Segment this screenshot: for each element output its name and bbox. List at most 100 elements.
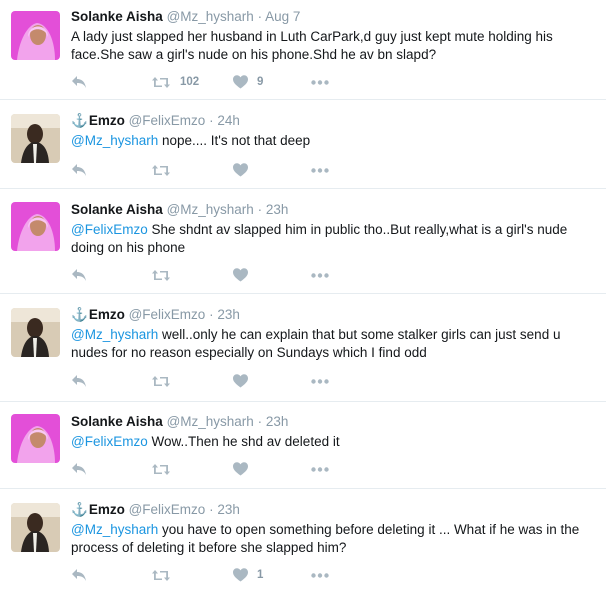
avatar[interactable]	[11, 503, 60, 552]
like-button[interactable]: 9	[233, 72, 263, 92]
tweet-text: A lady just slapped her husband in Luth …	[71, 28, 596, 64]
separator-dot: ·	[257, 202, 263, 217]
tweet-text: @FelixEmzo She shdnt av slapped him in p…	[71, 221, 596, 257]
reply-icon	[72, 76, 86, 88]
avatar[interactable]	[11, 114, 60, 163]
like-count: 9	[257, 76, 264, 88]
tweet-timestamp[interactable]: 23h	[217, 502, 240, 517]
mention-link[interactable]: @FelixEmzo	[71, 222, 148, 237]
author-name[interactable]: Solanke Aisha	[71, 9, 163, 24]
author-handle[interactable]: @FelixEmzo	[129, 307, 206, 322]
tweet-text: @FelixEmzo Wow..Then he shd av deleted i…	[71, 433, 596, 451]
tweet-header: ⚓Emzo @FelixEmzo · 24h	[71, 112, 596, 130]
reply-icon	[72, 164, 86, 176]
tweet-timestamp[interactable]: 23h	[266, 202, 289, 217]
author-name[interactable]: Solanke Aisha	[71, 414, 163, 429]
more-button[interactable]	[311, 371, 329, 391]
separator-dot: ·	[257, 414, 263, 429]
tweet-thread: Solanke Aisha @Mz_hysharh · Aug 7 A lady…	[0, 0, 606, 597]
more-button[interactable]	[311, 265, 329, 285]
tweet-timestamp[interactable]: 23h	[266, 414, 289, 429]
tweet-text: @Mz_hysharh nope.... It's not that deep	[71, 132, 596, 150]
separator-dot: ·	[257, 9, 263, 24]
tweet-header: ⚓Emzo @FelixEmzo · 23h	[71, 501, 596, 519]
like-icon	[233, 462, 248, 476]
like-button[interactable]	[233, 371, 257, 391]
tweet-text: @Mz_hysharh you have to open something b…	[71, 521, 596, 557]
tweet-timestamp[interactable]: 24h	[217, 113, 240, 128]
reply-button[interactable]	[71, 72, 87, 92]
retweet-button[interactable]	[151, 160, 180, 180]
reply-button[interactable]	[71, 459, 87, 479]
retweet-icon	[152, 76, 170, 88]
author-handle[interactable]: @Mz_hysharh	[167, 414, 254, 429]
more-button[interactable]	[311, 160, 329, 180]
avatar[interactable]	[11, 202, 60, 251]
retweet-button[interactable]	[151, 371, 180, 391]
tweet-actions: 1	[71, 565, 371, 585]
tweet-actions	[71, 371, 371, 391]
retweet-button[interactable]	[151, 265, 180, 285]
reply-icon	[72, 569, 86, 581]
tweet[interactable]: Solanke Aisha @Mz_hysharh · Aug 7 A lady…	[0, 0, 606, 100]
more-icon	[311, 572, 329, 578]
like-icon	[233, 374, 248, 388]
retweet-icon	[152, 463, 170, 475]
tweet[interactable]: Solanke Aisha @Mz_hysharh · 23h @FelixEm…	[0, 402, 606, 489]
reply-button[interactable]	[71, 565, 87, 585]
mention-link[interactable]: @Mz_hysharh	[71, 133, 158, 148]
tweet-body: A lady just slapped her husband in Luth …	[71, 29, 553, 62]
like-icon	[233, 163, 248, 177]
author-name[interactable]: Emzo	[89, 307, 125, 322]
retweet-icon	[152, 569, 170, 581]
tweet-actions	[71, 160, 371, 180]
more-icon	[311, 272, 329, 278]
author-name[interactable]: Emzo	[89, 113, 125, 128]
mention-link[interactable]: @Mz_hysharh	[71, 327, 158, 342]
retweet-icon	[152, 164, 170, 176]
author-handle[interactable]: @FelixEmzo	[129, 113, 206, 128]
separator-dot: ·	[209, 113, 214, 128]
retweet-button[interactable]	[151, 565, 180, 585]
reply-button[interactable]	[71, 371, 87, 391]
more-button[interactable]	[311, 459, 329, 479]
reply-icon	[72, 375, 86, 387]
author-handle[interactable]: @Mz_hysharh	[167, 9, 254, 24]
more-icon	[311, 167, 329, 173]
tweet-timestamp[interactable]: Aug 7	[265, 9, 300, 24]
avatar[interactable]	[11, 11, 60, 60]
tweet[interactable]: ⚓Emzo @FelixEmzo · 24h @Mz_hysharh nope.…	[0, 100, 606, 189]
reply-button[interactable]	[71, 265, 87, 285]
tweet-actions: 102 9	[71, 72, 371, 92]
tweet-header: Solanke Aisha @Mz_hysharh · 23h	[71, 413, 596, 431]
author-name[interactable]: Emzo	[89, 502, 125, 517]
like-icon	[233, 268, 248, 282]
anchor-icon: ⚓	[71, 113, 88, 128]
like-button[interactable]	[233, 160, 257, 180]
anchor-icon: ⚓	[71, 307, 88, 322]
separator-dot: ·	[209, 502, 214, 517]
like-button[interactable]	[233, 265, 257, 285]
tweet[interactable]: ⚓Emzo @FelixEmzo · 23h @Mz_hysharh well.…	[0, 294, 606, 402]
avatar[interactable]	[11, 414, 60, 463]
more-button[interactable]	[311, 72, 329, 92]
avatar[interactable]	[11, 308, 60, 357]
retweet-button[interactable]: 102	[151, 72, 199, 92]
like-icon	[233, 75, 248, 89]
like-count: 1	[257, 569, 264, 581]
more-icon	[311, 79, 329, 85]
tweet-timestamp[interactable]: 23h	[217, 307, 240, 322]
like-button[interactable]: 1	[233, 565, 263, 585]
like-icon	[233, 568, 248, 582]
author-handle[interactable]: @FelixEmzo	[129, 502, 206, 517]
reply-button[interactable]	[71, 160, 87, 180]
mention-link[interactable]: @FelixEmzo	[71, 434, 148, 449]
mention-link[interactable]: @Mz_hysharh	[71, 522, 158, 537]
retweet-button[interactable]	[151, 459, 180, 479]
like-button[interactable]	[233, 459, 257, 479]
author-handle[interactable]: @Mz_hysharh	[167, 202, 254, 217]
author-name[interactable]: Solanke Aisha	[71, 202, 163, 217]
more-button[interactable]	[311, 565, 329, 585]
tweet[interactable]: ⚓Emzo @FelixEmzo · 23h @Mz_hysharh you h…	[0, 489, 606, 597]
tweet[interactable]: Solanke Aisha @Mz_hysharh · 23h @FelixEm…	[0, 189, 606, 294]
